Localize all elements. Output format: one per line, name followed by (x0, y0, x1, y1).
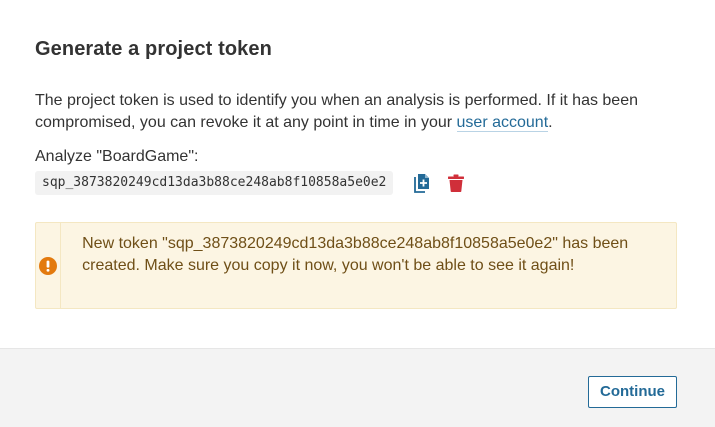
modal-footer: Continue (0, 348, 715, 427)
alert-message: New token "sqp_3873820249cd13da3b88ce248… (82, 235, 629, 274)
generate-token-modal: Generate a project token The project tok… (0, 0, 715, 427)
token-created-alert: New token "sqp_3873820249cd13da3b88ce248… (35, 222, 677, 309)
token-row: sqp_3873820249cd13da3b88ce248ab8f10858a5… (35, 171, 466, 195)
token-value: sqp_3873820249cd13da3b88ce248ab8f10858a5… (35, 171, 394, 195)
description-end: . (548, 114, 553, 131)
token-description: The project token is used to identify yo… (35, 90, 675, 134)
modal-title: Generate a project token (35, 38, 272, 60)
analyze-label: Analyze "BoardGame": (35, 148, 199, 165)
alert-icon-column (36, 223, 62, 308)
delete-token-button[interactable] (446, 171, 466, 195)
copy-token-button[interactable] (412, 171, 432, 195)
user-account-link[interactable]: user account (456, 114, 549, 132)
modal-body: Generate a project token The project tok… (0, 0, 715, 348)
copy-icon (414, 174, 430, 193)
trash-icon (448, 174, 465, 192)
continue-button[interactable]: Continue (588, 376, 677, 408)
exclamation-circle-icon (39, 256, 58, 275)
